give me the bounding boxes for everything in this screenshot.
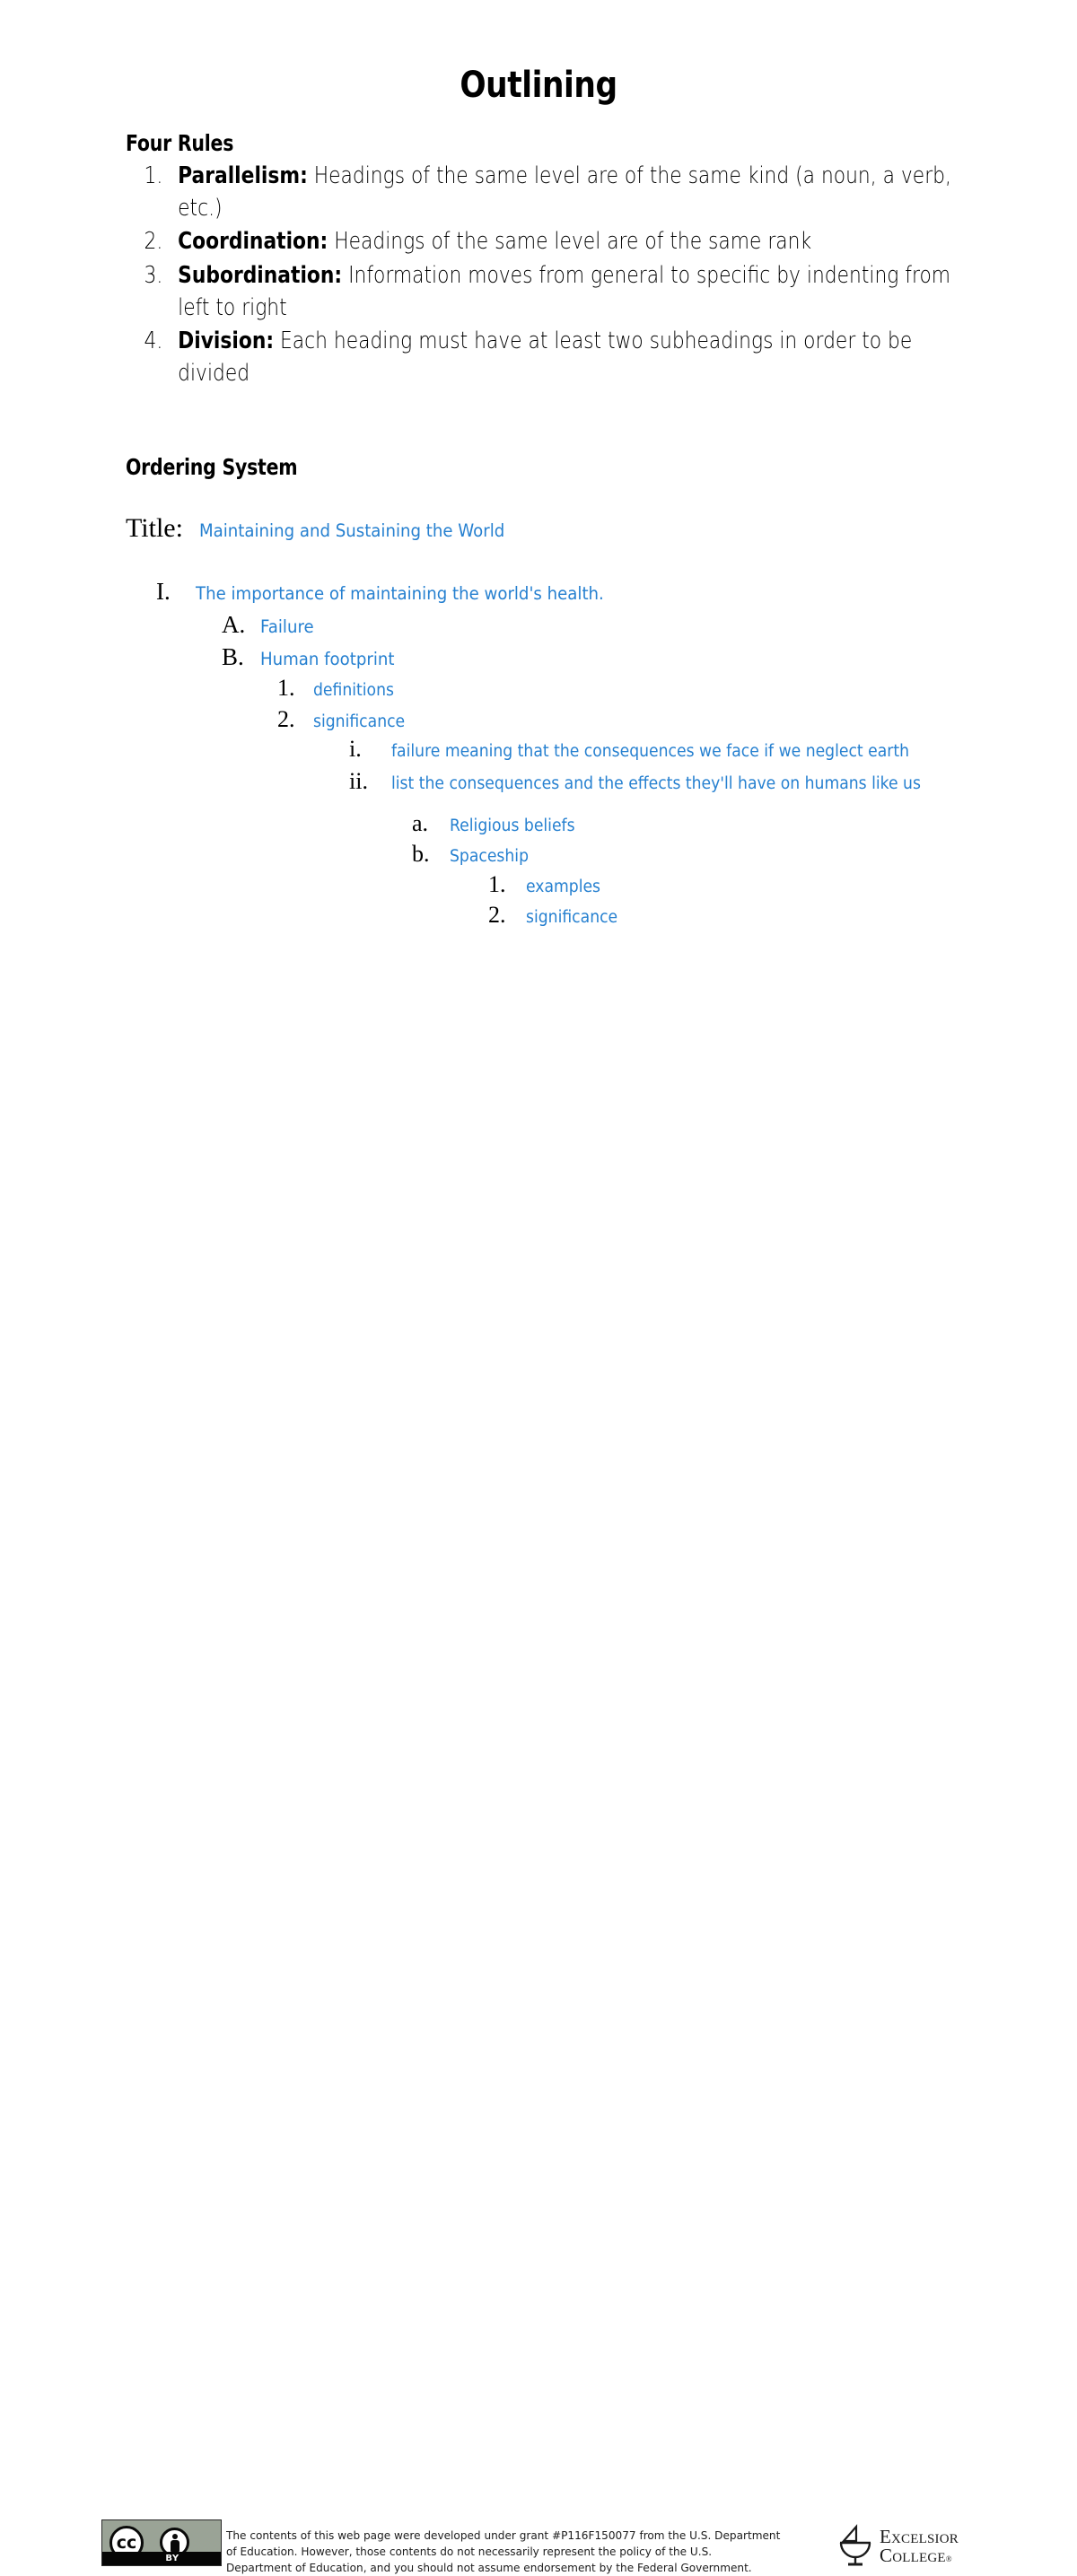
outline-item-level4: i. failure meaning that the consequences… (349, 736, 948, 763)
outline-item-level6: 1. examples (488, 871, 606, 898)
page-footer: cc BY The contents of this web page were… (0, 1256, 1077, 2574)
cc-glyph-text: cc (116, 2532, 137, 2553)
outline-item-level6: 2. significance (488, 902, 625, 929)
rule-marker: 4. (144, 327, 163, 355)
person-glyph-icon (169, 2533, 181, 2552)
rule-item: 2. Coordination: Headings of the same lev… (126, 225, 960, 258)
outline-marker: 2. (488, 902, 506, 928)
rule-marker: 3. (144, 261, 163, 289)
outline-marker: 2. (277, 706, 295, 732)
document-page: Outlining Four Rules 1. Parallelism: Head… (0, 0, 1077, 2574)
outline-marker: B. (222, 643, 244, 670)
outline-text: Spaceship (450, 847, 530, 866)
rule-item: 4. Division: Each heading must have at le… (126, 325, 960, 389)
outline-item-level2: B. Human footprint (222, 643, 405, 671)
disclaimer-line: The contents of this web page were devel… (226, 2528, 781, 2542)
outline-text: significance (526, 908, 618, 927)
rule-marker: 1. (144, 162, 163, 189)
four-rules-list: 1. Parallelism: Headings of the same leve… (126, 160, 960, 390)
rule-term: Subordination: (178, 261, 343, 289)
disclaimer-line: of Education. However, those contents do… (226, 2544, 713, 2558)
excelsior-college-logo: Excelsior College® (835, 2521, 978, 2572)
outline-text: list the consequences and the effects th… (391, 774, 921, 793)
outline-item-level2: A. Failure (222, 611, 318, 639)
creative-commons-by-badge-icon: cc BY (101, 2519, 222, 2566)
excelsior-wordmark: Excelsior College® (880, 2528, 959, 2565)
grant-disclaimer-text: The contents of this web page were devel… (226, 2528, 812, 2576)
section-heading-four-rules: Four Rules (126, 130, 234, 156)
outline-text: The importance of maintaining the world'… (196, 583, 604, 604)
outline-text: examples (526, 878, 601, 896)
outline-title-label: Title: (126, 513, 183, 543)
section-heading-ordering-system: Ordering System (126, 454, 298, 480)
disclaimer-line: Department of Education, and you should … (226, 2560, 752, 2574)
outline-marker: 1. (277, 675, 295, 701)
outline-marker: b. (412, 841, 430, 867)
outline-title-line: Title: Maintaining and Sustaining the Wo… (126, 513, 528, 544)
outline-text: failure meaning that the consequences we… (391, 742, 910, 761)
outline-marker: i. (349, 736, 362, 762)
outline-text: Human footprint (260, 649, 395, 669)
page-title: Outlining (460, 65, 617, 106)
outline-text: Religious beliefs (450, 816, 575, 835)
outline-title-value: Maintaining and Sustaining the World (198, 520, 505, 541)
outline-text: significance (313, 712, 406, 731)
outline-item-level4: ii. list the consequences and the effect… (349, 768, 960, 795)
rule-body: Headings of the same level are of the sa… (328, 228, 812, 256)
cc-by-label: BY (165, 2554, 180, 2563)
outline-marker: a. (412, 810, 429, 836)
rule-item: 3. Subordination: Information moves from … (126, 259, 960, 324)
outline-text: definitions (313, 681, 394, 700)
rule-body: Each heading must have at least two subh… (178, 327, 913, 388)
logo-line-excelsior: Excelsior (880, 2526, 959, 2547)
outline-marker: I. (156, 578, 171, 605)
rule-term: Parallelism: (178, 162, 308, 189)
rule-term: Coordination: (178, 228, 328, 256)
logo-line-college: College (880, 2545, 946, 2566)
registered-mark: ® (945, 2554, 952, 2563)
rule-term: Division: (178, 327, 275, 355)
outline-item-level3: 1. definitions (277, 675, 400, 702)
globe-sextant-icon (839, 2524, 871, 2566)
outline-item-level5: b. Spaceship (412, 841, 535, 868)
rule-item: 1. Parallelism: Headings of the same leve… (126, 160, 960, 224)
outline-marker: A. (222, 611, 246, 638)
outline-text: Failure (260, 616, 314, 637)
outline-marker: 1. (488, 871, 506, 897)
outline-marker: ii. (349, 768, 368, 794)
rule-marker: 2. (144, 228, 163, 256)
outline-item-level5: a. Religious beliefs (412, 810, 584, 837)
outline-item-level1: I. The importance of maintaining the wor… (156, 578, 635, 606)
outline-item-level3: 2. significance (277, 706, 412, 733)
